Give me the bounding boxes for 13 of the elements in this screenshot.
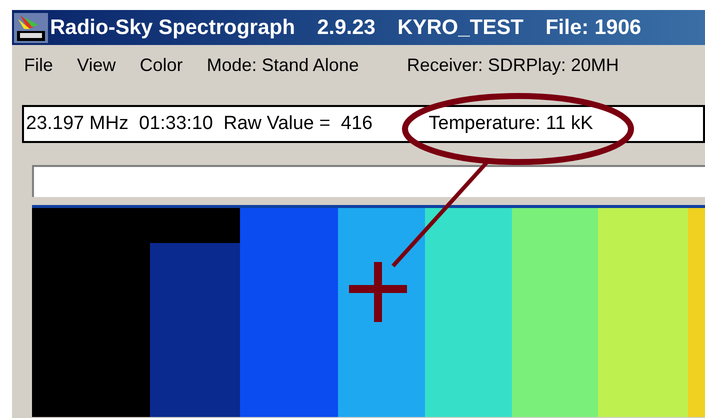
menu-item[interactable]: Color — [140, 52, 183, 78]
reading-text: 23.197 MHz 01:33:10 Raw Value = 416 — [26, 112, 373, 136]
mode-label: Mode: Stand Alone — [206, 54, 359, 76]
empty-field[interactable] — [32, 165, 705, 197]
window-title: File: 1906 — [545, 14, 642, 41]
window-title: Radio-Sky Spectrograph — [50, 14, 296, 41]
menu-item[interactable]: File — [24, 52, 54, 78]
temperature-text: Temperature: 11 kK — [428, 112, 594, 136]
window-title: KYRO_TEST — [397, 14, 524, 41]
app-logo-icon — [14, 12, 48, 42]
menu-item[interactable]: View — [77, 52, 116, 78]
receiver-label: Receiver: SDRPlay: 20MH — [406, 54, 619, 77]
window-title: 2.9.23 — [317, 14, 376, 41]
